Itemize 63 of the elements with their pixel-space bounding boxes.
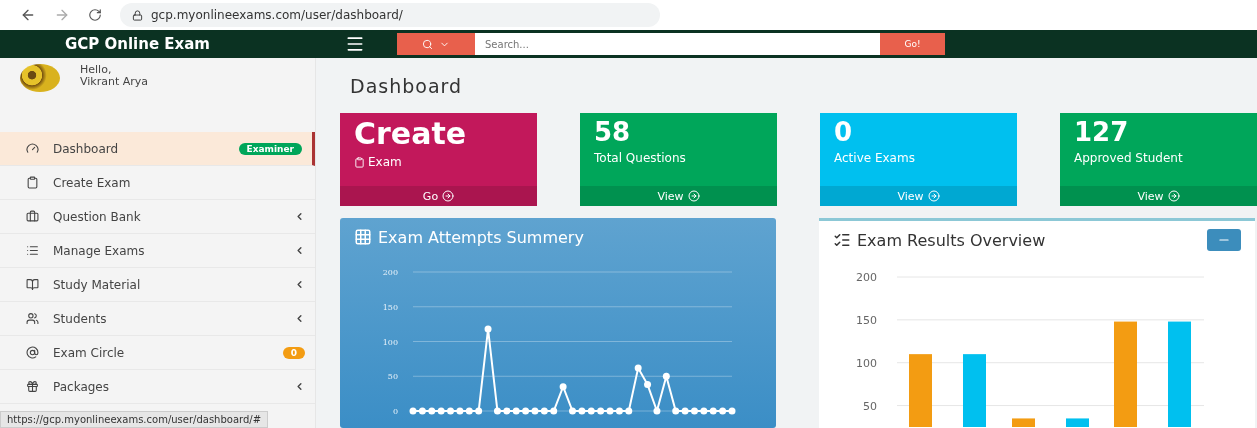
data-point [662, 372, 670, 380]
card-value: 127 [1074, 119, 1130, 145]
address-bar[interactable]: gcp.myonlineexams.com/user/dashboard/ [120, 3, 660, 27]
bar [1066, 418, 1089, 427]
badge: Examiner [238, 142, 302, 155]
axis-label: 100 [382, 337, 398, 347]
url-text: gcp.myonlineexams.com/user/dashboard/ [151, 8, 403, 22]
axis-label: 200 [856, 271, 877, 284]
chart-title: Exam Results Overview [857, 230, 1047, 250]
card-label: Exam [354, 155, 523, 169]
book-icon [26, 278, 39, 291]
clipboard-icon [26, 176, 39, 189]
card-label: Total Questions [594, 151, 687, 165]
page-title: Dashboard [349, 73, 464, 99]
data-point [559, 383, 567, 391]
data-point [550, 407, 558, 415]
card-link[interactable]: Go [340, 186, 537, 206]
data-point [653, 407, 661, 415]
bar [1012, 418, 1035, 427]
data-point [634, 364, 642, 372]
search-icon [422, 38, 433, 50]
card-label: Active Exams [834, 151, 916, 165]
lock-icon [132, 9, 143, 21]
search-field[interactable]: Search... [475, 33, 880, 55]
data-point [625, 407, 633, 415]
gift-icon [26, 380, 39, 393]
axis-label: 100 [856, 356, 877, 370]
card-value: Create [354, 119, 468, 149]
clipboard-icon [354, 156, 365, 168]
data-point [644, 381, 652, 389]
axis-label: 0 [392, 407, 398, 416]
chart-title: Exam Attempts Summery [378, 227, 585, 247]
card-link[interactable]: View [1060, 186, 1257, 206]
axis-label: 200 [382, 268, 398, 277]
back-icon[interactable] [20, 7, 36, 23]
axis-label: 150 [382, 302, 398, 312]
data-point [569, 407, 576, 415]
brand-title: GCP Online Exam [64, 35, 211, 53]
badge: 0 [282, 346, 305, 359]
menu-icon[interactable] [345, 34, 365, 54]
users-icon [26, 312, 39, 325]
reload-icon[interactable] [88, 8, 102, 22]
status-url: https://gcp.myonlineexams.com/user/dashboard/# [0, 411, 269, 428]
grid-icon [354, 228, 372, 246]
data-point [493, 407, 501, 415]
at-sign-icon [26, 346, 39, 359]
data-point [484, 325, 492, 333]
checklist-icon [833, 231, 851, 249]
avatar [20, 64, 60, 92]
greeting-text: Hello, [80, 64, 113, 76]
data-point [475, 407, 483, 415]
card-value: 58 [594, 119, 632, 145]
user-name: Vikrant Arya [80, 75, 150, 88]
gauge-icon [26, 142, 39, 155]
briefcase-icon [26, 210, 39, 223]
axis-label: 150 [856, 313, 877, 327]
card-value: 0 [834, 119, 854, 145]
list-icon [26, 244, 39, 257]
sidebar-item[interactable]: Dashboard Examiner [0, 132, 315, 166]
axis-label: 50 [863, 399, 877, 413]
axis-label: 50 [387, 372, 398, 382]
card-link[interactable]: View [580, 186, 777, 206]
card-label: Approved Student [1074, 151, 1184, 165]
